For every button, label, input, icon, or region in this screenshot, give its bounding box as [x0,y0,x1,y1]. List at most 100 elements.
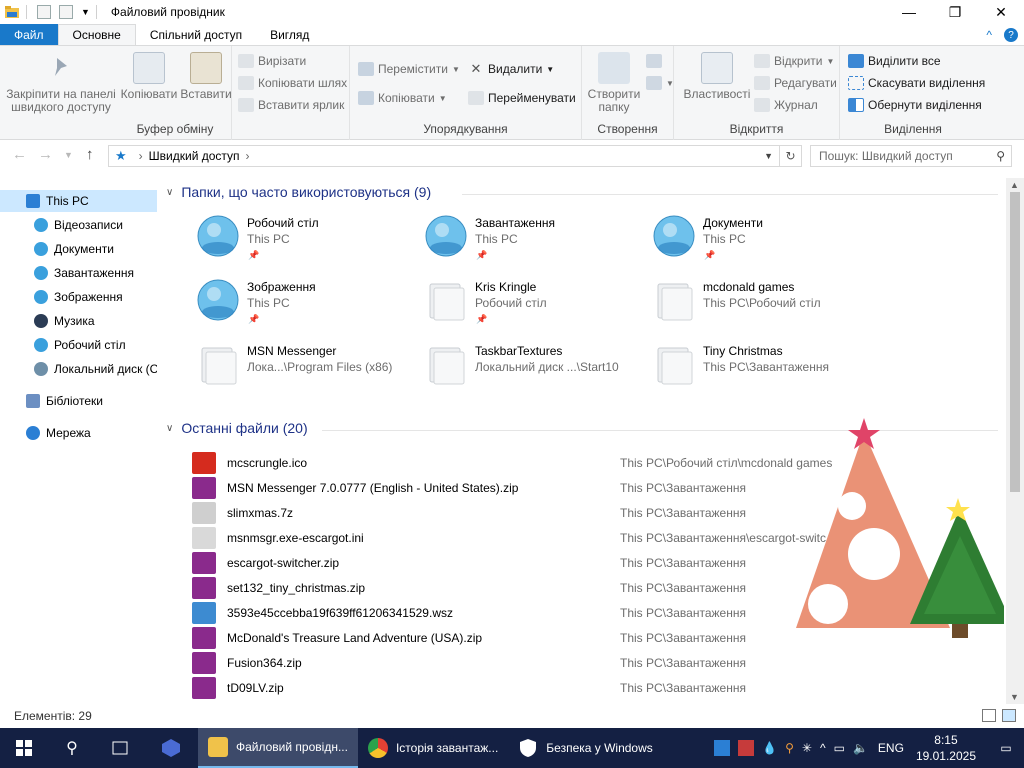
vertical-scrollbar[interactable]: ▲ ▼ [1006,178,1024,704]
easy-access-icon[interactable]: ▼ [646,76,674,90]
invert-selection-button[interactable]: Обернути виділення [848,98,982,112]
scrollbar-thumb[interactable] [1010,192,1020,492]
open-icon [754,54,770,68]
move-to-button[interactable]: Перемістити ▼ [358,62,460,76]
edit-button[interactable]: Редагувати [754,76,837,90]
up-arrow-icon[interactable]: ↑ [86,146,94,163]
language-indicator[interactable]: ENG [878,741,904,755]
nav-pictures[interactable]: Зображення [0,286,157,308]
open-button[interactable]: Відкрити ▼ [754,54,834,68]
properties-quick-icon[interactable] [37,5,51,19]
documents-icon [34,242,48,256]
frequent-folder-tile[interactable]: Документи This PC 📌 [618,208,842,270]
volume-icon[interactable]: 🔈 [853,741,868,755]
tab-share[interactable]: Спільний доступ [136,24,256,45]
start-button[interactable] [0,728,48,768]
taskbar-app-chrome[interactable]: Історія завантаж... [358,728,508,768]
copilot-icon[interactable] [144,728,198,768]
pin-quick-access-button[interactable]: Закріпити на панелі швидкого доступу [4,52,118,114]
network-icon[interactable]: ▭ [834,741,845,755]
item-count: Елементів: 29 [14,709,92,723]
nav-network[interactable]: Мережа [0,422,157,444]
close-button[interactable]: ✕ [978,0,1024,24]
library-folder-icon [196,278,240,322]
frequent-folder-tile[interactable]: Завантаження This PC 📌 [390,208,614,270]
file-name: mcscrungle.ico [227,455,308,470]
frequent-folder-tile[interactable]: Tiny Christmas This PC\Завантаження [618,336,842,398]
breadcrumb-quick-access[interactable]: Швидкий доступ [149,149,240,163]
history-button[interactable]: Журнал [754,98,818,112]
tab-home[interactable]: Основне [57,24,136,45]
task-view-icon[interactable] [96,728,144,768]
copy-path-button[interactable]: Копіювати шлях [238,76,347,90]
notification-icon[interactable]: ▭ [988,741,1024,755]
frequent-folder-tile[interactable]: TaskbarTextures Локальний диск ...\Start1… [390,336,619,398]
forward-arrow-icon[interactable]: → [38,146,53,163]
tab-file[interactable]: Файл [0,24,58,45]
nav-music[interactable]: Музика [0,310,157,332]
select-all-button[interactable]: Виділити все [848,54,941,68]
window-title: Файловий провідник [110,5,225,19]
new-folder-button[interactable]: Створити папку [584,52,644,114]
frequent-folder-tile[interactable]: MSN Messenger Лока...\Program Files (x86) [162,336,392,398]
frequent-folder-tile[interactable]: mcdonald games This PC\Робочий стіл [618,272,842,334]
tray-app-icon[interactable] [738,740,755,756]
copy-to-button[interactable]: Копіювати ▼ [358,91,447,105]
paste-shortcut-button[interactable]: Вставити ярлик [238,98,344,112]
folder-app-icon [4,4,20,20]
taskbar-app-explorer[interactable]: Файловий провідн... [198,728,358,768]
scroll-up-icon[interactable]: ▲ [1010,180,1019,190]
paste-button[interactable]: Вставити [180,52,232,101]
tray-app-icon[interactable]: 💧 [762,741,777,755]
nav-videos[interactable]: Відеозаписи [0,214,157,236]
recent-files-header[interactable]: ∨ Останні файли (20) [166,420,308,436]
cut-button[interactable]: Вирізати [238,54,306,68]
large-icons-view-icon[interactable] [1002,709,1016,722]
new-folder-quick-icon[interactable] [59,5,73,19]
maximize-button[interactable]: ❐ [932,0,978,24]
address-dropdown-icon[interactable]: ▼ [764,151,773,161]
properties-button[interactable]: Властивості [682,52,752,101]
chevron-right-icon[interactable]: › [246,149,250,163]
collapse-ribbon-icon[interactable]: ^ [986,28,992,42]
library-folder-icon [424,214,468,258]
frequent-folder-tile[interactable]: Kris Kringle Робочий стіл 📌 [390,272,614,334]
file-location: This PC\Завантаження [620,630,746,645]
nav-libraries[interactable]: Бібліотеки [0,390,157,412]
tab-view[interactable]: Вигляд [256,24,323,45]
refresh-button[interactable]: ↻ [780,145,802,167]
tray-app-icon[interactable]: ✳ [802,741,812,755]
taskbar-app-security[interactable]: Безпека у Windows [508,728,663,768]
select-none-button[interactable]: Скасувати виділення [848,76,985,90]
frequent-folder-tile[interactable]: Зображення This PC 📌 [162,272,386,334]
address-bar[interactable]: ★ › Швидкий доступ › ▼ [108,145,780,167]
select-all-icon [848,54,864,68]
new-item-icon[interactable] [646,54,666,68]
recent-locations-icon[interactable]: ▼ [64,150,73,160]
clock[interactable]: 8:15 19.01.2025 [916,732,976,764]
scroll-down-icon[interactable]: ▼ [1010,692,1019,702]
search-taskbar-icon[interactable]: ⚲ [48,728,96,768]
back-arrow-icon[interactable]: ← [12,146,27,163]
copy-button[interactable]: Копіювати [120,52,178,101]
help-icon[interactable]: ? [1004,28,1018,42]
show-hidden-icons[interactable]: ^ [820,741,826,755]
tray-app-icon[interactable]: ⚲ [785,741,794,755]
tray-app-icon[interactable] [714,740,731,756]
frequent-folders-header[interactable]: ∨ Папки, що часто використовуються (9) [166,184,431,200]
chevron-right-icon[interactable]: › [139,149,143,163]
minimize-button[interactable]: — [886,0,932,24]
nav-documents[interactable]: Документи [0,238,157,260]
nav-this-pc[interactable]: This PC [0,190,157,212]
quick-access-dropdown-icon[interactable]: ▼ [81,7,90,17]
recent-file-row[interactable]: tD09LV.zip This PC\Завантаження [192,675,992,700]
delete-button[interactable]: ✕ Видалити ▼ [468,62,555,77]
frequent-folder-tile[interactable]: Робочий стіл This PC 📌 [162,208,386,270]
search-input[interactable]: Пошук: Швидкий доступ ⚲ [810,145,1012,167]
nav-downloads[interactable]: Завантаження [0,262,157,284]
nav-local-disk[interactable]: Локальний диск (C [0,358,157,380]
rename-button[interactable]: Перейменувати [468,91,576,105]
nav-desktop[interactable]: Робочий стіл [0,334,157,356]
folder-path: Робочий стіл [475,296,547,310]
details-view-icon[interactable] [982,709,996,722]
